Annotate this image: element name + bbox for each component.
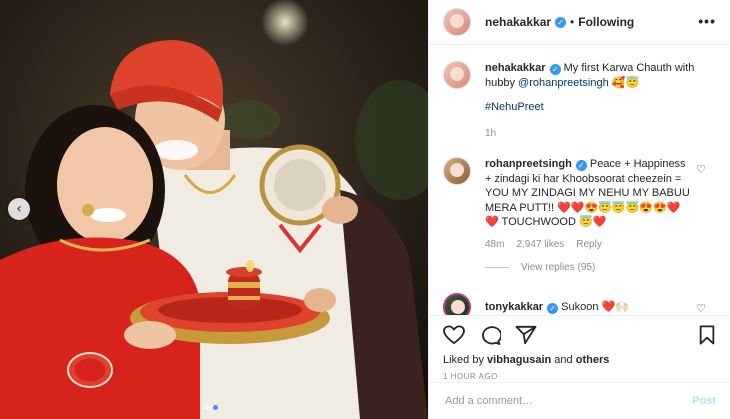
- reply-button[interactable]: Reply: [576, 238, 602, 253]
- avatar[interactable]: [443, 8, 471, 36]
- post-sidebar: nehakakkar ✓ • Following ••• nehakakkar ✓…: [428, 0, 730, 419]
- comment-username[interactable]: nehakakkar: [485, 62, 546, 74]
- liked-by-summary: Liked by vibhagusain and others: [429, 346, 730, 366]
- carousel-dot-active: [213, 405, 218, 410]
- post-actions: Liked by vibhagusain and others 1 HOUR A…: [429, 315, 730, 381]
- like-comment-heart-icon[interactable]: ♡: [696, 163, 706, 176]
- comment-time[interactable]: 1h: [485, 127, 496, 142]
- caption-body: nehakakkar ✓ My first Karwa Chauth with h…: [485, 61, 695, 141]
- avatar[interactable]: [443, 293, 471, 315]
- comment-time[interactable]: 48m: [485, 238, 504, 253]
- mention-link[interactable]: @rohanpreetsingh: [518, 77, 609, 89]
- comment-text: Sukoon ❤️🙌🏻: [561, 301, 629, 313]
- post-modal: ‹ nehakakkar ✓ • Following ••• nehakakka…: [0, 0, 730, 419]
- verified-badge-icon: ✓: [575, 160, 587, 171]
- add-comment-input[interactable]: [443, 394, 693, 408]
- separator-dot: •: [570, 15, 575, 29]
- previous-photo-button[interactable]: ‹: [8, 198, 30, 220]
- comment-username[interactable]: tonykakkar: [485, 301, 543, 313]
- comments-list: nehakakkar ✓ My first Karwa Chauth with h…: [429, 45, 730, 315]
- comment-likes[interactable]: 2,947 likes: [516, 238, 564, 253]
- action-icons: [429, 316, 730, 346]
- comment: tonykakkar ✓ Sukoon ❤️🙌🏻 ♡: [429, 273, 730, 315]
- comment: rohanpreetsingh ✓ Peace + Happiness + zin…: [429, 141, 730, 252]
- avatar[interactable]: [443, 61, 471, 89]
- add-comment-box: Post: [429, 382, 730, 419]
- verified-badge-icon: ✓: [547, 303, 559, 314]
- caption: nehakakkar ✓ My first Karwa Chauth with h…: [429, 45, 730, 141]
- view-replies-label[interactable]: View replies (95): [521, 262, 595, 273]
- hashtag-link[interactable]: #NehuPreet: [485, 101, 544, 113]
- liked-by-prefix: Liked by: [443, 354, 484, 366]
- carousel-indicator: [204, 405, 218, 410]
- liked-by-others[interactable]: others: [576, 354, 610, 366]
- comment-username[interactable]: rohanpreetsingh: [485, 158, 572, 170]
- save-bookmark-icon[interactable]: [698, 325, 716, 345]
- post-timestamp[interactable]: 1 HOUR AGO: [429, 366, 730, 381]
- verified-badge-icon: ✓: [555, 16, 567, 28]
- comment-bubble-icon[interactable]: [479, 325, 501, 345]
- share-paper-plane-icon[interactable]: [515, 325, 537, 345]
- like-comment-heart-icon[interactable]: ♡: [696, 302, 706, 315]
- post-header: nehakakkar ✓ • Following •••: [429, 0, 730, 45]
- view-replies[interactable]: View replies (95): [429, 252, 730, 273]
- carousel-dot: [204, 405, 209, 410]
- post-photo[interactable]: ‹: [0, 0, 428, 419]
- avatar[interactable]: [443, 157, 471, 185]
- couple-photo-illustration: [0, 0, 428, 419]
- divider: [485, 267, 509, 268]
- verified-badge-icon: ✓: [549, 64, 561, 75]
- more-options-icon[interactable]: •••: [698, 13, 716, 29]
- post-author-username[interactable]: nehakakkar: [485, 15, 551, 29]
- post-comment-button[interactable]: Post: [692, 395, 716, 407]
- comment-body: rohanpreetsingh ✓ Peace + Happiness + zin…: [485, 157, 695, 252]
- caption-emoji: 🥰😇: [611, 76, 640, 89]
- like-heart-icon[interactable]: [443, 325, 465, 345]
- following-button[interactable]: Following: [578, 15, 634, 29]
- liked-by-and: and: [554, 354, 573, 366]
- liked-by-user[interactable]: vibhagusain: [487, 354, 551, 366]
- chevron-left-icon: ‹: [16, 201, 22, 217]
- comment-body: tonykakkar ✓ Sukoon ❤️🙌🏻: [485, 293, 695, 315]
